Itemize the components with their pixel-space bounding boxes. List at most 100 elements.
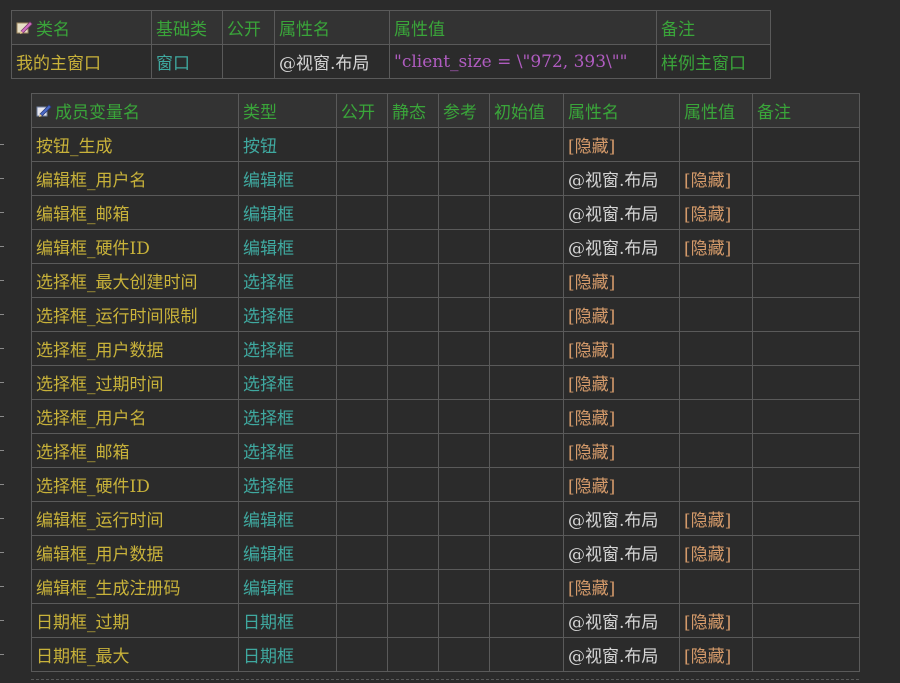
- member-name-cell[interactable]: 选择框_用户名: [31, 399, 239, 434]
- member-init-cell[interactable]: [489, 331, 564, 366]
- member-prop-name-cell[interactable]: [隐藏]: [563, 569, 680, 604]
- member-prop-value-cell[interactable]: [隐藏]: [679, 535, 753, 570]
- member-type-cell[interactable]: 选择框: [238, 297, 337, 332]
- member-prop-name-cell[interactable]: @视窗.布局: [563, 637, 680, 672]
- base-class-header[interactable]: 基础类: [151, 10, 223, 45]
- member-prop-name-cell[interactable]: [隐藏]: [563, 331, 680, 366]
- member-type-cell[interactable]: 编辑框: [238, 501, 337, 536]
- member-name-cell[interactable]: 编辑框_用户数据: [31, 535, 239, 570]
- member-note-cell[interactable]: [752, 535, 860, 570]
- member-name-cell[interactable]: 编辑框_硬件ID: [31, 229, 239, 264]
- member-type-cell[interactable]: 选择框: [238, 433, 337, 468]
- member-prop-value-cell[interactable]: [679, 467, 753, 502]
- member-static-cell[interactable]: [387, 161, 439, 196]
- member-static-cell[interactable]: [387, 365, 439, 400]
- member-row[interactable]: 编辑框_用户名 编辑框 @视窗.布局 [隐藏]: [31, 161, 860, 196]
- member-type-cell[interactable]: 编辑框: [238, 569, 337, 604]
- member-prop-name-cell[interactable]: @视窗.布局: [563, 161, 680, 196]
- member-public-cell[interactable]: [336, 297, 388, 332]
- member-row[interactable]: 选择框_最大创建时间 选择框 [隐藏]: [31, 263, 860, 298]
- class-prop-name-cell[interactable]: @视窗.布局: [274, 44, 390, 79]
- member-public-cell[interactable]: [336, 161, 388, 196]
- member-static-cell[interactable]: [387, 433, 439, 468]
- class-name-header[interactable]: 类名: [11, 10, 152, 45]
- member-prop-name-cell[interactable]: @视窗.布局: [563, 535, 680, 570]
- member-note-cell[interactable]: [752, 195, 860, 230]
- member-public-cell[interactable]: [336, 127, 388, 162]
- member-ref-cell[interactable]: [438, 161, 490, 196]
- member-prop-value-cell[interactable]: [隐藏]: [679, 161, 753, 196]
- member-prop-name-cell[interactable]: [隐藏]: [563, 263, 680, 298]
- member-row[interactable]: 编辑框_硬件ID 编辑框 @视窗.布局 [隐藏]: [31, 229, 860, 264]
- member-ref-cell[interactable]: [438, 399, 490, 434]
- member-prop-name-cell[interactable]: [隐藏]: [563, 297, 680, 332]
- member-type-cell[interactable]: 按钮: [238, 127, 337, 162]
- member-init-cell[interactable]: [489, 297, 564, 332]
- member-static-cell[interactable]: [387, 399, 439, 434]
- member-note-cell[interactable]: [752, 229, 860, 264]
- member-public-cell[interactable]: [336, 229, 388, 264]
- member-note-header[interactable]: 备注: [752, 93, 860, 128]
- member-init-cell[interactable]: [489, 603, 564, 638]
- class-prop-name-header[interactable]: 属性名: [274, 10, 390, 45]
- member-ref-cell[interactable]: [438, 331, 490, 366]
- class-public-cell[interactable]: [222, 44, 275, 79]
- member-type-cell[interactable]: 选择框: [238, 399, 337, 434]
- member-name-cell[interactable]: 编辑框_生成注册码: [31, 569, 239, 604]
- member-public-cell[interactable]: [336, 331, 388, 366]
- member-public-cell[interactable]: [336, 637, 388, 672]
- member-public-header[interactable]: 公开: [336, 93, 388, 128]
- member-type-header[interactable]: 类型: [238, 93, 337, 128]
- member-static-cell[interactable]: [387, 263, 439, 298]
- member-prop-value-cell[interactable]: [679, 399, 753, 434]
- member-init-cell[interactable]: [489, 637, 564, 672]
- member-row[interactable]: 编辑框_运行时间 编辑框 @视窗.布局 [隐藏]: [31, 501, 860, 536]
- member-static-cell[interactable]: [387, 331, 439, 366]
- member-init-cell[interactable]: [489, 501, 564, 536]
- member-name-cell[interactable]: 选择框_过期时间: [31, 365, 239, 400]
- member-prop-name-cell[interactable]: [隐藏]: [563, 433, 680, 468]
- member-note-cell[interactable]: [752, 637, 860, 672]
- member-row[interactable]: 选择框_邮箱 选择框 [隐藏]: [31, 433, 860, 468]
- member-public-cell[interactable]: [336, 263, 388, 298]
- member-ref-header[interactable]: 参考: [438, 93, 490, 128]
- member-name-cell[interactable]: 日期框_过期: [31, 603, 239, 638]
- member-prop-name-cell[interactable]: @视窗.布局: [563, 229, 680, 264]
- class-public-header[interactable]: 公开: [222, 10, 275, 45]
- member-public-cell[interactable]: [336, 433, 388, 468]
- member-row[interactable]: 日期框_最大 日期框 @视窗.布局 [隐藏]: [31, 637, 860, 672]
- member-prop-name-cell[interactable]: [隐藏]: [563, 467, 680, 502]
- member-type-cell[interactable]: 编辑框: [238, 195, 337, 230]
- member-ref-cell[interactable]: [438, 263, 490, 298]
- member-row[interactable]: 选择框_用户名 选择框 [隐藏]: [31, 399, 860, 434]
- member-note-cell[interactable]: [752, 161, 860, 196]
- member-init-cell[interactable]: [489, 195, 564, 230]
- member-static-cell[interactable]: [387, 569, 439, 604]
- member-name-cell[interactable]: 选择框_邮箱: [31, 433, 239, 468]
- member-name-cell[interactable]: 编辑框_用户名: [31, 161, 239, 196]
- member-note-cell[interactable]: [752, 365, 860, 400]
- member-static-cell[interactable]: [387, 501, 439, 536]
- member-static-cell[interactable]: [387, 535, 439, 570]
- member-prop-value-header[interactable]: 属性值: [679, 93, 753, 128]
- member-row[interactable]: 选择框_用户数据 选择框 [隐藏]: [31, 331, 860, 366]
- member-type-cell[interactable]: 选择框: [238, 467, 337, 502]
- member-type-cell[interactable]: 选择框: [238, 331, 337, 366]
- member-row[interactable]: 按钮_生成 按钮 [隐藏]: [31, 127, 860, 162]
- member-type-cell[interactable]: 编辑框: [238, 229, 337, 264]
- member-type-cell[interactable]: 日期框: [238, 637, 337, 672]
- member-static-header[interactable]: 静态: [387, 93, 439, 128]
- member-type-cell[interactable]: 编辑框: [238, 535, 337, 570]
- member-init-cell[interactable]: [489, 161, 564, 196]
- member-public-cell[interactable]: [336, 399, 388, 434]
- member-note-cell[interactable]: [752, 603, 860, 638]
- member-init-header[interactable]: 初始值: [489, 93, 564, 128]
- member-init-cell[interactable]: [489, 535, 564, 570]
- member-row[interactable]: 编辑框_生成注册码 编辑框 [隐藏]: [31, 569, 860, 604]
- member-init-cell[interactable]: [489, 365, 564, 400]
- member-ref-cell[interactable]: [438, 229, 490, 264]
- member-static-cell[interactable]: [387, 297, 439, 332]
- member-prop-name-cell[interactable]: [隐藏]: [563, 365, 680, 400]
- member-note-cell[interactable]: [752, 297, 860, 332]
- member-row[interactable]: 编辑框_邮箱 编辑框 @视窗.布局 [隐藏]: [31, 195, 860, 230]
